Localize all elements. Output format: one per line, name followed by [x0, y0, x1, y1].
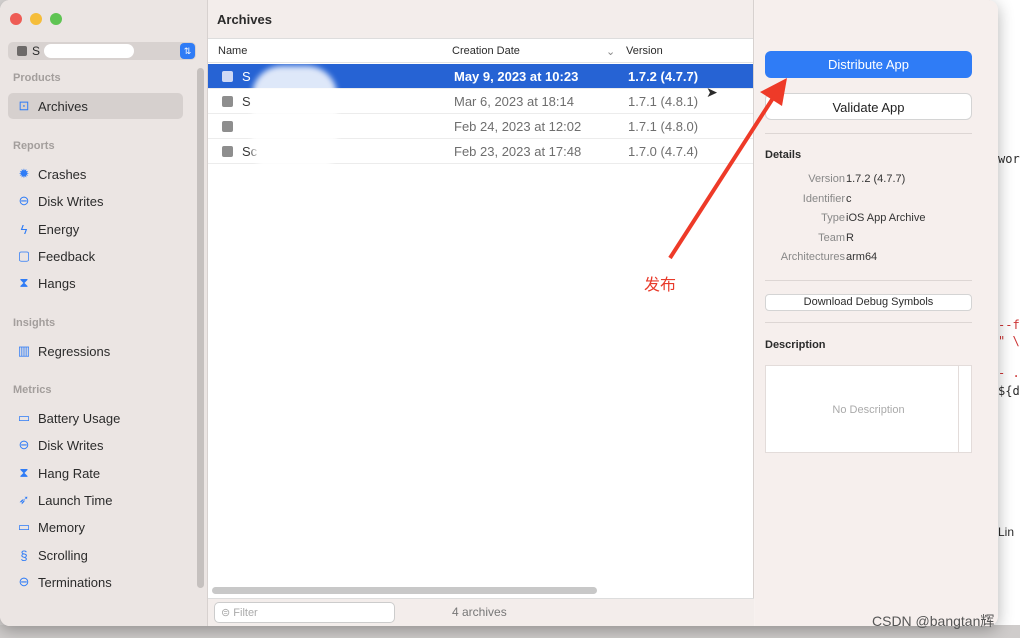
annotation-arrow — [668, 78, 787, 260]
annotation-label: 发布 — [644, 277, 677, 294]
mouse-cursor-icon: ➤ — [706, 84, 718, 100]
watermark: CSDN @bangtan辉 — [872, 613, 995, 629]
